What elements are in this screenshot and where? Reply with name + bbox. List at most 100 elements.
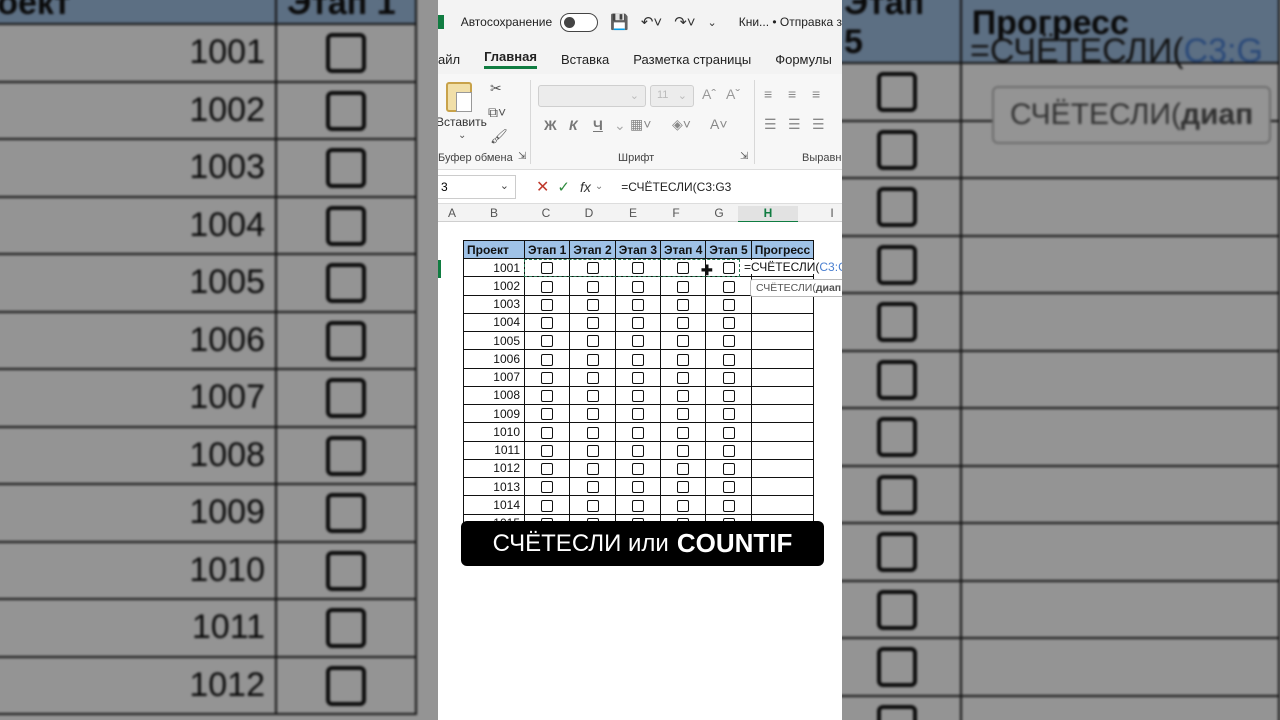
stage-cell[interactable] xyxy=(569,349,616,369)
checkbox[interactable] xyxy=(631,371,644,384)
checkbox[interactable] xyxy=(541,298,554,311)
stage-cell[interactable] xyxy=(569,276,616,296)
project-id-cell[interactable]: 1010 xyxy=(463,422,525,442)
stage-cell[interactable] xyxy=(614,476,662,497)
editing-cell-formula[interactable]: =СЧЁТЕСЛИ(C3:G xyxy=(742,260,842,274)
checkbox[interactable] xyxy=(722,335,735,348)
checkbox[interactable] xyxy=(631,499,644,512)
stage-cell[interactable] xyxy=(660,495,707,515)
font-size-box[interactable]: 11 ⌄ xyxy=(650,85,694,107)
checkbox[interactable] xyxy=(586,408,599,421)
tab-2[interactable]: Вставка xyxy=(561,52,609,67)
stage-cell[interactable] xyxy=(705,476,752,497)
checkbox[interactable] xyxy=(586,444,599,457)
checkbox[interactable] xyxy=(541,353,554,366)
checkbox[interactable] xyxy=(586,353,599,366)
tab-0[interactable]: айл xyxy=(438,52,460,67)
paste-button-label[interactable]: Вставить xyxy=(438,115,487,129)
formula-input[interactable]: =СЧЁТЕСЛИ(C3:G3 xyxy=(621,180,731,194)
checkbox[interactable] xyxy=(631,426,644,439)
undo-icon[interactable]: ↶˅ xyxy=(641,13,662,31)
stage-cell[interactable] xyxy=(614,330,662,351)
align-top-icon[interactable]: ≡ xyxy=(764,86,772,102)
customize-quick-access-icon[interactable]: ⌄ xyxy=(708,16,717,29)
checkbox[interactable] xyxy=(722,353,735,366)
stage-cell[interactable] xyxy=(523,495,571,515)
bold-button[interactable]: Ж xyxy=(544,117,557,133)
progress-cell[interactable] xyxy=(750,367,815,387)
stage-cell[interactable] xyxy=(614,440,662,460)
stage-cell[interactable] xyxy=(660,367,707,387)
checkbox[interactable] xyxy=(631,317,644,330)
header-cell[interactable]: Прогресс xyxy=(750,240,815,259)
progress-cell[interactable] xyxy=(750,330,815,351)
stage-cell[interactable] xyxy=(569,367,616,387)
checkbox[interactable] xyxy=(541,317,554,330)
checkbox[interactable] xyxy=(586,426,599,439)
stage-cell[interactable] xyxy=(614,385,662,406)
cut-icon[interactable]: ✂ xyxy=(490,80,502,97)
checkbox[interactable] xyxy=(631,262,644,275)
stage-cell[interactable] xyxy=(614,367,662,387)
stage-cell[interactable] xyxy=(614,495,662,515)
stage-cell[interactable] xyxy=(660,312,707,333)
stage-cell[interactable] xyxy=(523,312,571,333)
stage-cell[interactable] xyxy=(569,476,616,497)
checkbox[interactable] xyxy=(677,280,690,293)
stage-cell[interactable] xyxy=(569,385,616,406)
header-cell[interactable]: Проект xyxy=(463,240,525,259)
underline-dropdown-icon[interactable]: ⌄ xyxy=(614,117,626,134)
stage-cell[interactable] xyxy=(705,330,752,351)
project-id-cell[interactable]: 1012 xyxy=(463,458,525,479)
function-tooltip[interactable]: СЧЁТЕСЛИ(диап xyxy=(750,279,842,297)
stage-cell[interactable] xyxy=(660,458,707,479)
fx-dropdown-icon[interactable]: ⌄ xyxy=(595,181,603,192)
checkbox[interactable] xyxy=(722,298,735,311)
stage-cell[interactable] xyxy=(660,330,707,351)
stage-cell[interactable] xyxy=(523,276,571,296)
stage-cell[interactable] xyxy=(705,440,752,460)
checkbox[interactable] xyxy=(541,408,554,421)
stage-cell[interactable] xyxy=(660,385,707,406)
copy-icon[interactable]: ⧉˅ xyxy=(488,104,506,121)
font-color-icon[interactable]: A˅ xyxy=(710,116,728,132)
stage-cell[interactable] xyxy=(523,294,571,314)
checkbox[interactable] xyxy=(586,335,599,348)
stage-cell[interactable] xyxy=(705,312,752,333)
checkbox[interactable] xyxy=(631,335,644,348)
font-launcher-icon[interactable]: ⇲ xyxy=(740,151,748,162)
project-id-cell[interactable]: 1014 xyxy=(463,495,525,515)
stage-cell[interactable] xyxy=(660,476,707,497)
stage-cell[interactable] xyxy=(523,385,571,406)
checkbox[interactable] xyxy=(677,262,690,275)
align-bottom-icon[interactable]: ≡ xyxy=(812,86,820,102)
stage-cell[interactable] xyxy=(569,312,616,333)
header-cell[interactable]: Этап 4 xyxy=(660,240,707,259)
stage-cell[interactable] xyxy=(523,476,571,497)
stage-cell[interactable] xyxy=(705,403,752,424)
checkbox[interactable] xyxy=(722,262,735,275)
project-id-cell[interactable]: 1008 xyxy=(463,385,525,406)
stage-cell[interactable] xyxy=(660,403,707,424)
stage-cell[interactable] xyxy=(705,367,752,387)
stage-cell[interactable] xyxy=(705,276,752,296)
stage-cell[interactable] xyxy=(705,385,752,406)
underline-button[interactable]: Ч xyxy=(593,117,603,133)
stage-cell[interactable] xyxy=(614,312,662,333)
stage-cell[interactable] xyxy=(523,349,571,369)
checkbox[interactable] xyxy=(541,280,554,293)
column-header-i[interactable]: I xyxy=(826,206,838,220)
redo-icon[interactable]: ↷˅ xyxy=(674,13,695,31)
checkbox[interactable] xyxy=(722,426,735,439)
checkbox[interactable] xyxy=(586,262,599,275)
enter-check-icon[interactable]: ✓ xyxy=(557,178,570,196)
column-header-g[interactable]: G xyxy=(711,206,727,220)
progress-cell[interactable] xyxy=(750,495,815,515)
checkbox[interactable] xyxy=(586,390,599,403)
checkbox[interactable] xyxy=(722,481,735,494)
save-icon[interactable]: 💾 xyxy=(610,13,629,31)
insert-function-button[interactable]: fx xyxy=(580,179,591,195)
progress-cell[interactable] xyxy=(750,312,815,333)
checkbox[interactable] xyxy=(541,335,554,348)
checkbox[interactable] xyxy=(722,463,735,476)
